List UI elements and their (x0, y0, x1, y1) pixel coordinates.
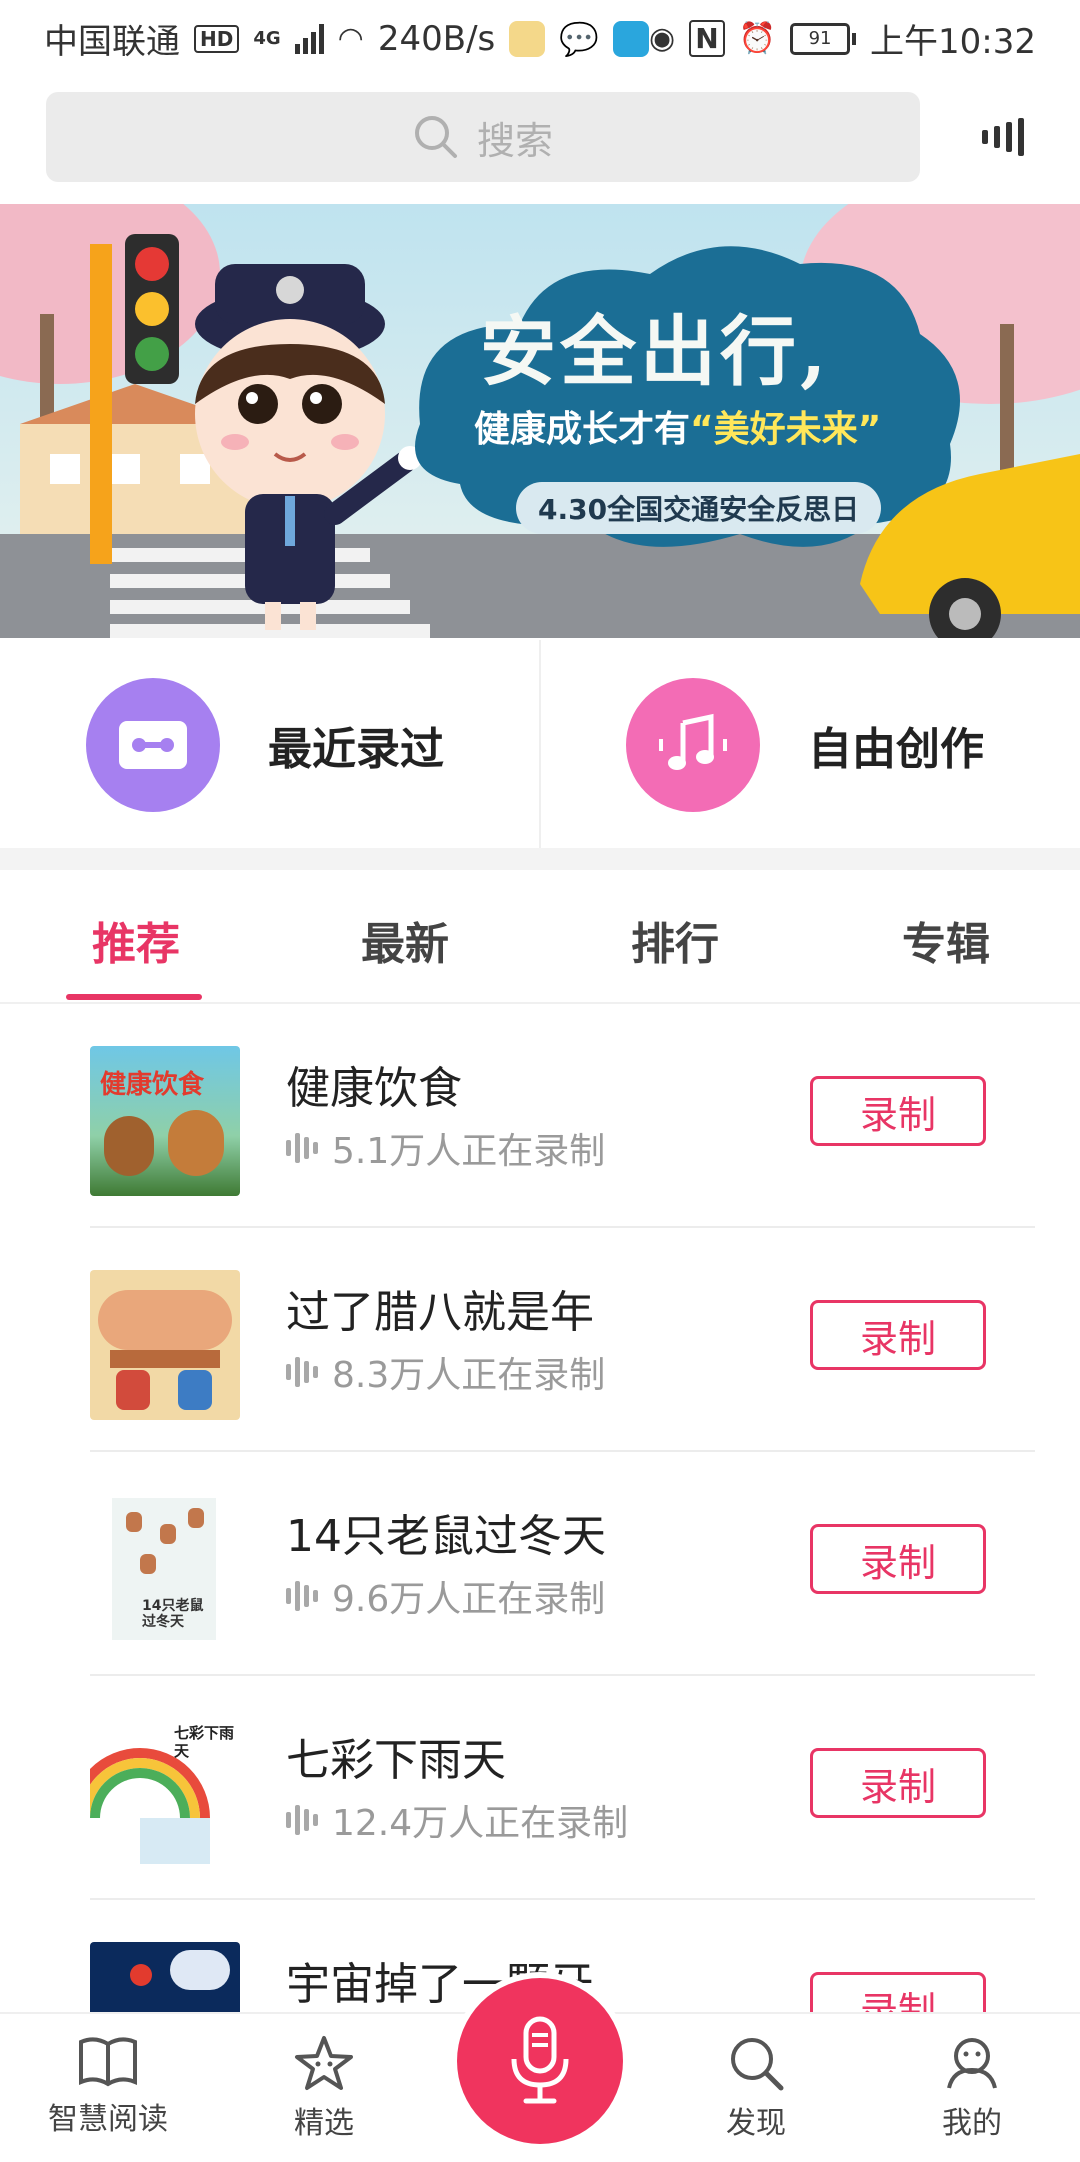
banner-subline: 健康成长才有“美好未来” (474, 400, 881, 452)
recording-count-label: 12.4万人正在录制 (332, 1803, 629, 1844)
app-notification-icon (509, 20, 546, 57)
search-icon (414, 116, 457, 158)
wifi-icon: ◠ (337, 21, 364, 56)
reader-notification-icon (613, 20, 650, 57)
active-tab-indicator (66, 994, 202, 1000)
alarm-icon: ⏰ (738, 21, 777, 56)
record-button[interactable]: 录制 (810, 1076, 986, 1146)
list-item[interactable]: 14只老鼠过冬天 14只老鼠过冬天 9.6万人正在录制 录制 (90, 1452, 1035, 1676)
list-item[interactable]: 过了腊八就是年 8.3万人正在录制 录制 (90, 1228, 1035, 1452)
status-bar: 中国联通 HD 4G ◠ 240B/s 💬 ◉ N ⏰ 91 上午10:32 (0, 0, 1080, 76)
record-mic-button[interactable] (457, 1978, 623, 2144)
network-speed-label: 240B/s (377, 18, 496, 59)
banner-subline-text: 健康成长才有 (474, 409, 691, 450)
battery-level: 91 (790, 22, 851, 55)
banner-subline-quote: “美好未来” (690, 409, 882, 450)
nav-featured[interactable]: 精选 (244, 2034, 404, 2142)
book-title: 过了腊八就是年 (286, 1287, 594, 1338)
book-title: 健康饮食 (286, 1063, 462, 1114)
nav-profile[interactable]: 我的 (892, 2034, 1052, 2142)
recent-recordings-label: 最近录过 (268, 724, 444, 775)
section-gap (0, 848, 1080, 870)
free-creation-label: 自由创作 (808, 724, 984, 775)
search-placeholder: 搜索 (476, 118, 553, 163)
music-note-icon (626, 678, 760, 812)
book-cover (90, 1270, 240, 1420)
nav-profile-label: 我的 (942, 2106, 1002, 2141)
recording-count: 12.4万人正在录制 (286, 1794, 628, 1846)
nfc-icon: N (689, 20, 725, 57)
category-tabs: 推荐 最新 排行 专辑 (0, 870, 1080, 1004)
search-bar[interactable]: 搜索 (46, 92, 920, 182)
list-item[interactable]: 七彩下雨天 七彩下雨天 12.4万人正在录制 录制 (90, 1676, 1035, 1900)
cassette-icon (86, 678, 220, 812)
quick-actions: 最近录过 自由创作 (0, 640, 1080, 848)
waveform-icon (286, 1803, 318, 1837)
waveform-icon (286, 1355, 318, 1389)
cover-title: 健康饮食 (100, 1070, 205, 1100)
network-type-label: 4G (253, 28, 281, 49)
book-cover: 14只老鼠过冬天 (90, 1494, 240, 1644)
carrier-label: 中国联通 (44, 22, 180, 62)
microphone-icon (511, 2016, 569, 2104)
waveform-icon (286, 1131, 318, 1165)
tab-latest[interactable]: 最新 (305, 908, 505, 972)
recording-count: 9.6万人正在录制 (286, 1570, 605, 1622)
book-title: 七彩下雨天 (286, 1735, 506, 1786)
free-creation-button[interactable]: 自由创作 (626, 678, 984, 812)
quick-actions-divider (539, 640, 541, 848)
signal-icon (294, 23, 324, 54)
nav-discover-label: 发现 (726, 2106, 786, 2141)
user-icon (947, 2038, 997, 2089)
record-button[interactable]: 录制 (810, 1748, 986, 1818)
star-icon (295, 2036, 353, 2090)
voice-search-button[interactable] (982, 112, 1030, 162)
nav-smart-reading[interactable]: 智慧阅读 (28, 2034, 188, 2138)
recording-count-label: 8.3万人正在录制 (332, 1355, 606, 1396)
chat-icon: 💬 (559, 19, 600, 58)
nav-discover[interactable]: 发现 (676, 2034, 836, 2142)
recording-count-label: 5.1万人正在录制 (332, 1131, 606, 1172)
cover-title: 七彩下雨天 (174, 1724, 235, 1760)
cover-title: 14只老鼠过冬天 (142, 1598, 204, 1630)
tab-albums[interactable]: 专辑 (846, 908, 1046, 972)
record-button[interactable]: 录制 (810, 1524, 986, 1594)
recording-count-label: 9.6万人正在录制 (332, 1579, 606, 1620)
promo-banner[interactable]: 安全出行, 健康成长才有“美好未来” 4.30全国交通安全反思日 (0, 204, 1080, 638)
clock-label: 上午10:32 (870, 22, 1036, 62)
recording-count: 5.1万人正在录制 (286, 1122, 605, 1174)
banner-tag: 4.30全国交通安全反思日 (516, 482, 882, 534)
book-cover: 健康饮食 (90, 1046, 240, 1196)
book-icon (79, 2037, 137, 2087)
nav-featured-label: 精选 (294, 2106, 354, 2141)
list-item[interactable]: 健康饮食 健康饮食 5.1万人正在录制 录制 (90, 1004, 1035, 1228)
book-title: 14只老鼠过冬天 (286, 1511, 606, 1562)
recent-recordings-button[interactable]: 最近录过 (86, 678, 444, 812)
book-cover: 七彩下雨天 (90, 1718, 240, 1868)
banner-headline: 安全出行, (480, 307, 831, 396)
nav-smart-reading-label: 智慧阅读 (48, 2102, 168, 2137)
waveform-icon (286, 1579, 318, 1613)
record-button[interactable]: 录制 (810, 1300, 986, 1370)
recording-count: 8.3万人正在录制 (286, 1346, 605, 1398)
tab-recommended[interactable]: 推荐 (36, 908, 236, 972)
search-icon (731, 2038, 784, 2091)
tab-ranking[interactable]: 排行 (575, 908, 775, 972)
hd-badge: HD (194, 24, 240, 53)
battery-icon: 91 (790, 22, 857, 55)
eye-icon: ◉ (649, 21, 676, 56)
